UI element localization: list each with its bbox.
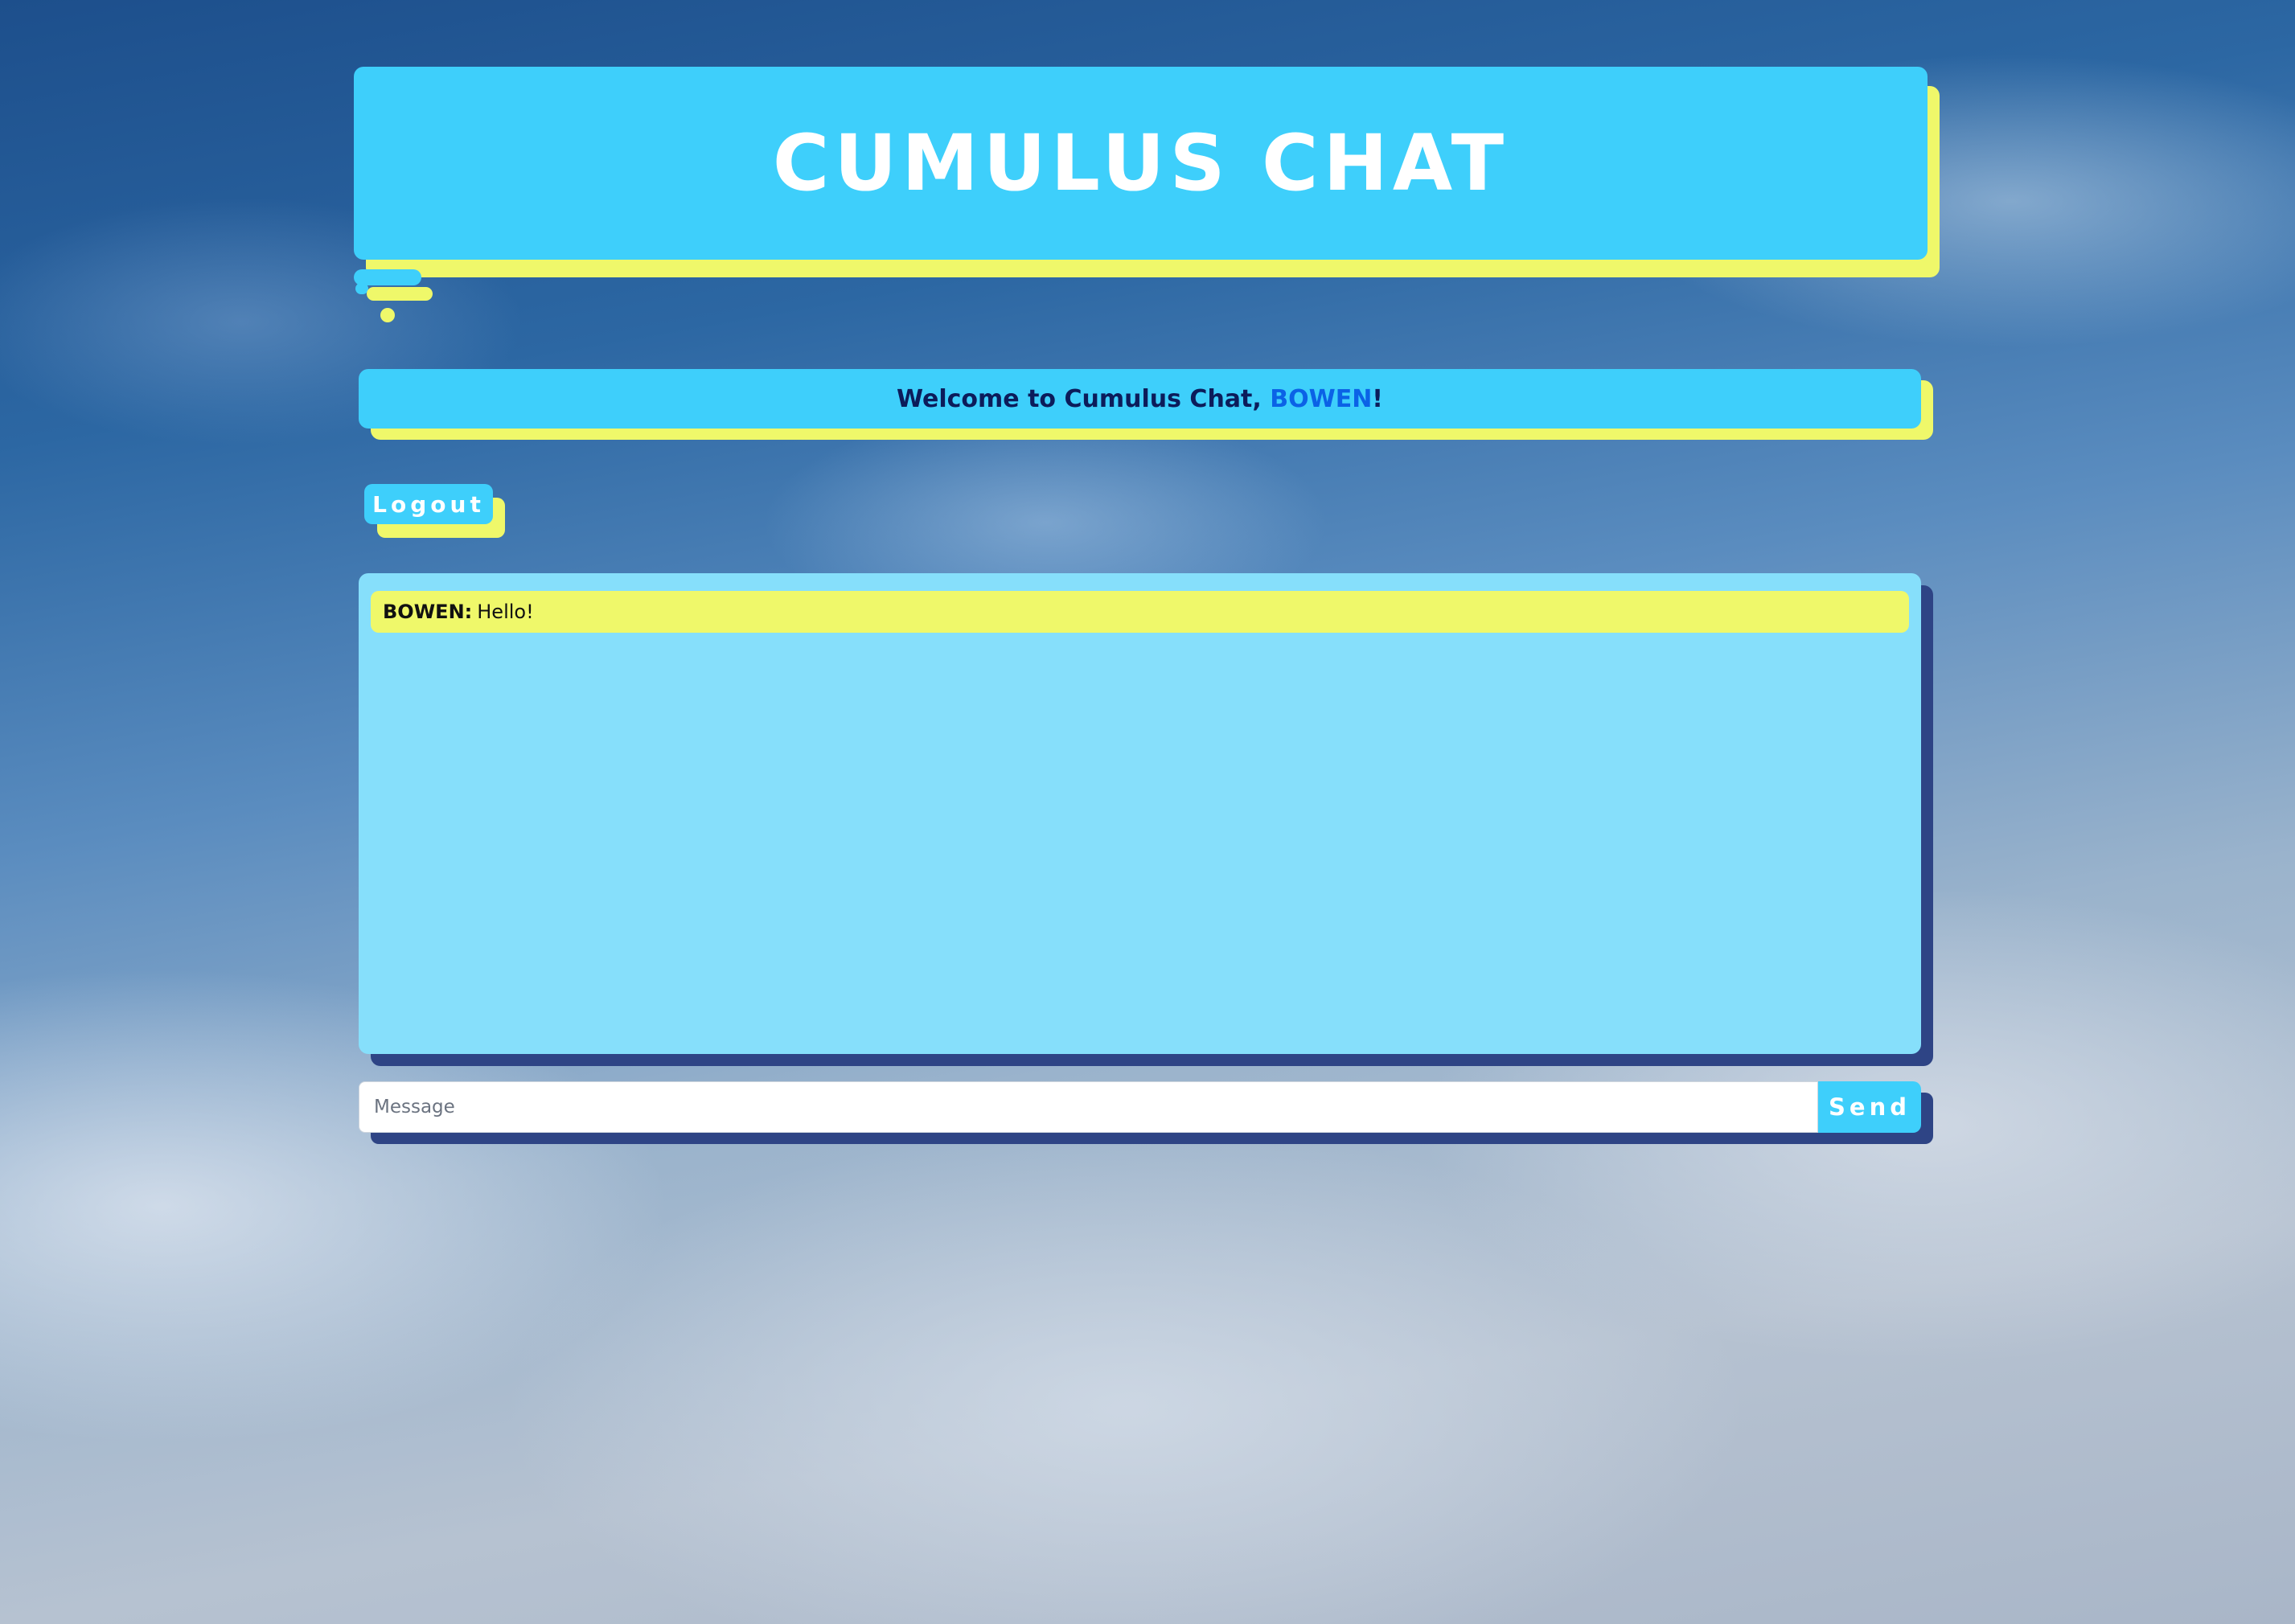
app-title: CUMULUS CHAT	[772, 118, 1509, 208]
logout-button[interactable]: Logout	[364, 484, 493, 524]
welcome-suffix: !	[1372, 384, 1383, 413]
welcome-username: BOWEN	[1270, 384, 1373, 413]
welcome-prefix: Welcome to Cumulus Chat,	[897, 384, 1271, 413]
header-tail-dot	[380, 308, 395, 322]
chat-message: BOWEN: Hello!	[371, 591, 1909, 633]
message-input[interactable]	[359, 1081, 1818, 1133]
send-button[interactable]: Send	[1818, 1081, 1921, 1133]
message-text: Hello!	[477, 601, 534, 623]
chat-messages-panel[interactable]: BOWEN: Hello!	[359, 573, 1921, 1054]
app-header: CUMULUS CHAT	[354, 67, 1928, 260]
page: { "header": { "title": "CUMULUS CHAT" },…	[0, 0, 2295, 1624]
message-author: BOWEN:	[383, 601, 473, 623]
message-composer: Send	[359, 1081, 1921, 1133]
welcome-banner: Welcome to Cumulus Chat, BOWEN!	[359, 369, 1921, 429]
header-tail-decoration	[367, 287, 433, 301]
